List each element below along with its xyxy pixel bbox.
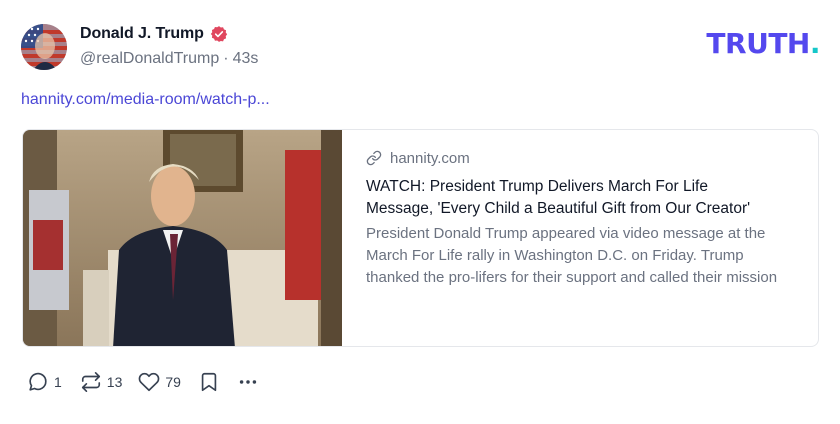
link-preview-card[interactable]: hannity.com WATCH: President Trump Deliv…: [22, 129, 819, 347]
retruth-button[interactable]: 13: [80, 371, 123, 393]
like-count: 79: [165, 374, 181, 390]
more-icon: [239, 380, 257, 384]
reply-count: 1: [54, 374, 62, 390]
link-preview-body: hannity.com WATCH: President Trump Deliv…: [342, 130, 818, 346]
retruth-count: 13: [106, 374, 123, 390]
avatar[interactable]: [21, 24, 67, 70]
author-meta: @realDonaldTrump · 43s: [80, 50, 258, 68]
reply-button[interactable]: 1: [27, 371, 62, 393]
reply-icon: [29, 372, 47, 391]
like-button[interactable]: 79: [138, 371, 181, 393]
truth-post: Donald J. Trump @realDonaldTrump · 43s T…: [0, 0, 840, 424]
truth-logo[interactable]: TRUTH.: [706, 30, 820, 58]
post-link[interactable]: hannity.com/media-room/watch-p...: [21, 91, 270, 109]
verified-badge-icon: [210, 26, 228, 42]
bookmark-icon: [201, 372, 217, 392]
author-handle[interactable]: @realDonaldTrump: [80, 50, 219, 68]
post-timestamp[interactable]: 43s: [233, 50, 259, 68]
bookmark-button[interactable]: [198, 371, 220, 393]
retruth-icon: [81, 372, 100, 392]
link-preview-title[interactable]: WATCH: President Trump Delivers March Fo…: [366, 176, 776, 220]
link-preview-domain: hannity.com: [390, 149, 470, 167]
post-actions: 1 13 79: [27, 370, 259, 394]
link-preview-image[interactable]: [23, 130, 342, 346]
meta-separator: ·: [223, 50, 229, 67]
heart-icon: [139, 372, 160, 392]
truth-logo-text: TRUTH: [706, 27, 810, 60]
author-display-name[interactable]: Donald J. Trump: [80, 25, 204, 43]
more-options-button[interactable]: [237, 371, 259, 393]
author-name-row: Donald J. Trump: [80, 24, 228, 44]
link-preview-description: President Donald Trump appeared via vide…: [366, 225, 778, 286]
link-icon: [366, 150, 382, 166]
truth-logo-dot: .: [809, 27, 821, 60]
link-preview-source: hannity.com: [366, 148, 794, 168]
